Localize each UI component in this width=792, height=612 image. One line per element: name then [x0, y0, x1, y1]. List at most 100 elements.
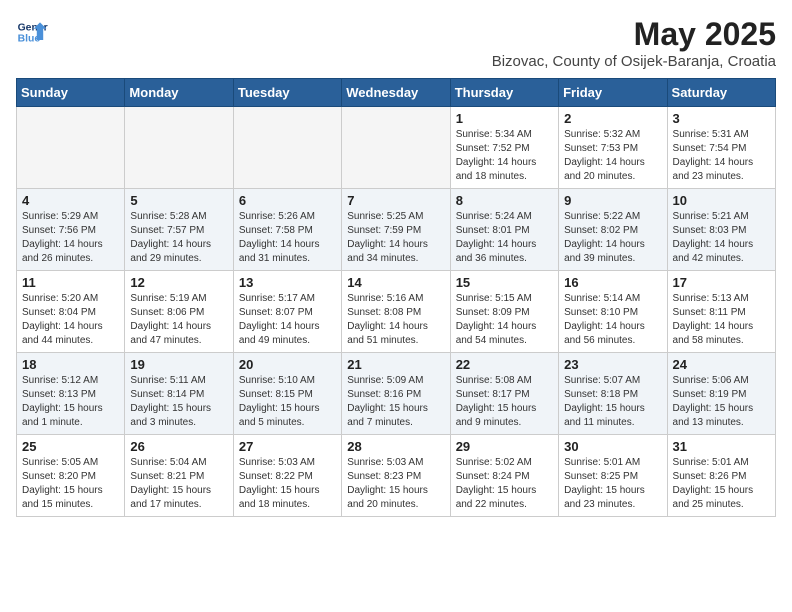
weekday-header-thursday: Thursday — [450, 79, 558, 107]
day-number: 2 — [564, 111, 661, 126]
weekday-header-tuesday: Tuesday — [233, 79, 341, 107]
calendar-day-cell: 31 Sunrise: 5:01 AMSunset: 8:26 PMDayligh… — [667, 435, 775, 517]
title-area: May 2025 Bizovac, County of Osijek-Baran… — [492, 16, 776, 70]
day-number: 22 — [456, 357, 553, 372]
calendar-day-cell: 19 Sunrise: 5:11 AMSunset: 8:14 PMDayligh… — [125, 353, 233, 435]
day-number: 5 — [130, 193, 227, 208]
calendar-day-cell: 3 Sunrise: 5:31 AMSunset: 7:54 PMDaylight… — [667, 107, 775, 189]
calendar-day-cell — [342, 107, 450, 189]
weekday-header-row: SundayMondayTuesdayWednesdayThursdayFrid… — [17, 79, 776, 107]
calendar-week-row: 4Sunrise: 5:29 AMSunset: 7:56 PMDaylight… — [17, 189, 776, 271]
calendar-day-cell: 14 Sunrise: 5:16 AMSunset: 8:08 PMDayligh… — [342, 271, 450, 353]
day-info: Sunrise: 5:22 AMSunset: 8:02 PMDaylight:… — [564, 210, 661, 266]
calendar-day-cell: 10 Sunrise: 5:21 AMSunset: 8:03 PMDayligh… — [667, 189, 775, 271]
weekday-header-friday: Friday — [559, 79, 667, 107]
day-info: Sunrise: 5:09 AMSunset: 8:16 PMDaylight:… — [347, 374, 444, 430]
calendar-day-cell: 5 Sunrise: 5:28 AMSunset: 7:57 PMDaylight… — [125, 189, 233, 271]
weekday-header-wednesday: Wednesday — [342, 79, 450, 107]
day-number: 8 — [456, 193, 553, 208]
calendar-day-cell: 17Sunrise: 5:13 AMSunset: 8:11 PMDayligh… — [667, 271, 775, 353]
calendar-week-row: 1 Sunrise: 5:34 AMSunset: 7:52 PMDaylight… — [17, 107, 776, 189]
calendar-day-cell: 26Sunrise: 5:04 AMSunset: 8:21 PMDayligh… — [125, 435, 233, 517]
day-info: Sunrise: 5:25 AMSunset: 7:59 PMDaylight:… — [347, 210, 444, 266]
calendar-day-cell: 18 Sunrise: 5:12 AMSunset: 8:13 PMDayligh… — [17, 353, 125, 435]
day-info: Sunrise: 5:16 AMSunset: 8:08 PMDaylight:… — [347, 292, 444, 348]
day-number: 11 — [22, 275, 119, 290]
day-number: 29 — [456, 439, 553, 454]
day-info: Sunrise: 5:01 AMSunset: 8:25 PMDaylight:… — [564, 456, 661, 512]
day-number: 28 — [347, 439, 444, 454]
day-info: Sunrise: 5:20 AMSunset: 8:04 PMDaylight:… — [22, 292, 119, 348]
day-info: Sunrise: 5:29 AMSunset: 7:56 PMDaylight:… — [22, 210, 119, 266]
day-info: Sunrise: 5:21 AMSunset: 8:03 PMDaylight:… — [673, 210, 770, 266]
day-number: 21 — [347, 357, 444, 372]
day-info: Sunrise: 5:08 AMSunset: 8:17 PMDaylight:… — [456, 374, 553, 430]
calendar-day-cell: 28 Sunrise: 5:03 AMSunset: 8:23 PMDayligh… — [342, 435, 450, 517]
day-number: 12 — [130, 275, 227, 290]
header: General Blue May 2025 Bizovac, County of… — [16, 16, 776, 70]
calendar-day-cell: 25 Sunrise: 5:05 AMSunset: 8:20 PMDayligh… — [17, 435, 125, 517]
calendar-day-cell: 24 Sunrise: 5:06 AMSunset: 8:19 PMDayligh… — [667, 353, 775, 435]
day-info: Sunrise: 5:12 AMSunset: 8:13 PMDaylight:… — [22, 374, 119, 430]
month-year-title: May 2025 — [492, 16, 776, 53]
day-number: 30 — [564, 439, 661, 454]
day-number: 23 — [564, 357, 661, 372]
day-info: Sunrise: 5:15 AMSunset: 8:09 PMDaylight:… — [456, 292, 553, 348]
day-number: 24 — [673, 357, 770, 372]
calendar-week-row: 18 Sunrise: 5:12 AMSunset: 8:13 PMDayligh… — [17, 353, 776, 435]
calendar-day-cell: 6 Sunrise: 5:26 AMSunset: 7:58 PMDaylight… — [233, 189, 341, 271]
calendar-table: SundayMondayTuesdayWednesdayThursdayFrid… — [16, 78, 776, 517]
day-info: Sunrise: 5:10 AMSunset: 8:15 PMDaylight:… — [239, 374, 336, 430]
day-info: Sunrise: 5:05 AMSunset: 8:20 PMDaylight:… — [22, 456, 119, 512]
calendar-day-cell: 8 Sunrise: 5:24 AMSunset: 8:01 PMDaylight… — [450, 189, 558, 271]
day-info: Sunrise: 5:03 AMSunset: 8:23 PMDaylight:… — [347, 456, 444, 512]
day-number: 26 — [130, 439, 227, 454]
day-info: Sunrise: 5:02 AMSunset: 8:24 PMDaylight:… — [456, 456, 553, 512]
calendar-day-cell: 13 Sunrise: 5:17 AMSunset: 8:07 PMDayligh… — [233, 271, 341, 353]
calendar-week-row: 25 Sunrise: 5:05 AMSunset: 8:20 PMDayligh… — [17, 435, 776, 517]
day-info: Sunrise: 5:28 AMSunset: 7:57 PMDaylight:… — [130, 210, 227, 266]
calendar-day-cell: 15 Sunrise: 5:15 AMSunset: 8:09 PMDayligh… — [450, 271, 558, 353]
day-number: 20 — [239, 357, 336, 372]
calendar-day-cell: 2 Sunrise: 5:32 AMSunset: 7:53 PMDaylight… — [559, 107, 667, 189]
day-number: 9 — [564, 193, 661, 208]
day-number: 15 — [456, 275, 553, 290]
calendar-day-cell: 9 Sunrise: 5:22 AMSunset: 8:02 PMDaylight… — [559, 189, 667, 271]
day-info: Sunrise: 5:01 AMSunset: 8:26 PMDaylight:… — [673, 456, 770, 512]
weekday-header-saturday: Saturday — [667, 79, 775, 107]
calendar-day-cell: 1 Sunrise: 5:34 AMSunset: 7:52 PMDaylight… — [450, 107, 558, 189]
day-number: 18 — [22, 357, 119, 372]
day-number: 14 — [347, 275, 444, 290]
day-info: Sunrise: 5:13 AMSunset: 8:11 PMDaylight:… — [673, 292, 770, 348]
day-number: 27 — [239, 439, 336, 454]
calendar-day-cell: 30 Sunrise: 5:01 AMSunset: 8:25 PMDayligh… — [559, 435, 667, 517]
day-number: 1 — [456, 111, 553, 126]
day-number: 16 — [564, 275, 661, 290]
day-info: Sunrise: 5:26 AMSunset: 7:58 PMDaylight:… — [239, 210, 336, 266]
calendar-day-cell: 23 Sunrise: 5:07 AMSunset: 8:18 PMDayligh… — [559, 353, 667, 435]
day-info: Sunrise: 5:17 AMSunset: 8:07 PMDaylight:… — [239, 292, 336, 348]
day-number: 10 — [673, 193, 770, 208]
day-info: Sunrise: 5:07 AMSunset: 8:18 PMDaylight:… — [564, 374, 661, 430]
day-number: 31 — [673, 439, 770, 454]
day-number: 7 — [347, 193, 444, 208]
calendar-week-row: 11 Sunrise: 5:20 AMSunset: 8:04 PMDayligh… — [17, 271, 776, 353]
day-info: Sunrise: 5:06 AMSunset: 8:19 PMDaylight:… — [673, 374, 770, 430]
day-number: 6 — [239, 193, 336, 208]
day-info: Sunrise: 5:32 AMSunset: 7:53 PMDaylight:… — [564, 128, 661, 184]
day-info: Sunrise: 5:31 AMSunset: 7:54 PMDaylight:… — [673, 128, 770, 184]
calendar-day-cell — [125, 107, 233, 189]
weekday-header-monday: Monday — [125, 79, 233, 107]
day-info: Sunrise: 5:14 AMSunset: 8:10 PMDaylight:… — [564, 292, 661, 348]
calendar-day-cell: 29 Sunrise: 5:02 AMSunset: 8:24 PMDayligh… — [450, 435, 558, 517]
day-info: Sunrise: 5:34 AMSunset: 7:52 PMDaylight:… — [456, 128, 553, 184]
day-info: Sunrise: 5:11 AMSunset: 8:14 PMDaylight:… — [130, 374, 227, 430]
day-info: Sunrise: 5:24 AMSunset: 8:01 PMDaylight:… — [456, 210, 553, 266]
day-number: 3 — [673, 111, 770, 126]
calendar-day-cell: 27 Sunrise: 5:03 AMSunset: 8:22 PMDayligh… — [233, 435, 341, 517]
day-info: Sunrise: 5:03 AMSunset: 8:22 PMDaylight:… — [239, 456, 336, 512]
logo-icon: General Blue — [16, 16, 48, 48]
day-number: 25 — [22, 439, 119, 454]
day-number: 13 — [239, 275, 336, 290]
day-number: 19 — [130, 357, 227, 372]
